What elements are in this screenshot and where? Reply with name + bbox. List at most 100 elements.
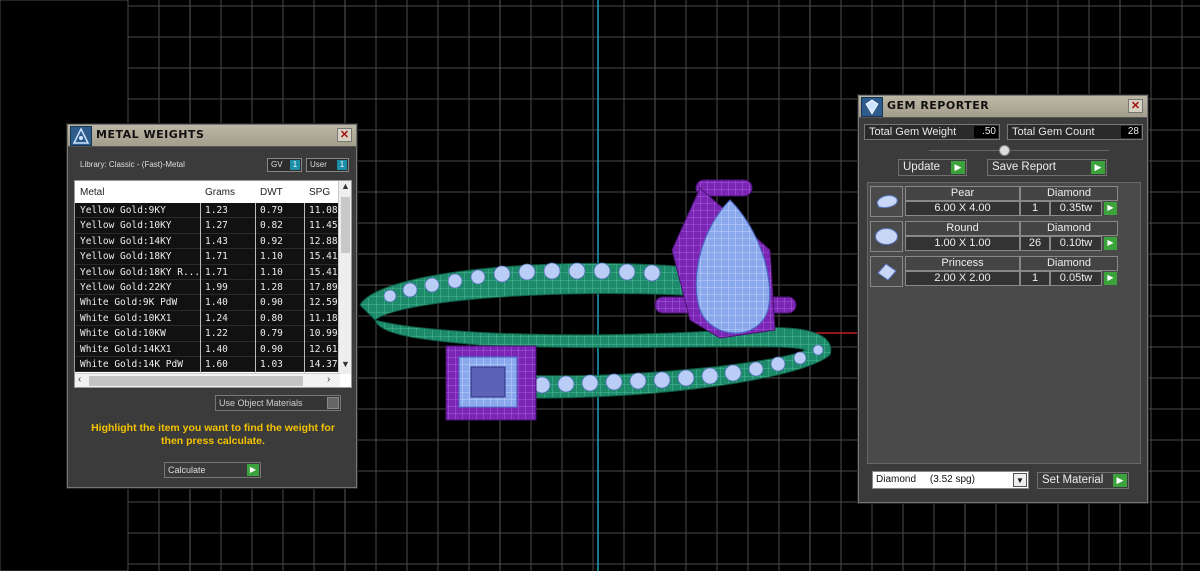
scroll-down-icon[interactable]: ▼	[339, 359, 351, 369]
cell-spg: 11.08	[309, 205, 338, 216]
gem-row[interactable]: Pear Diamond 6.00 X 4.00 1 0.35tw ▶	[870, 186, 1140, 218]
save-report-label: Save Report	[992, 161, 1056, 173]
cell-grams: 1.24	[205, 312, 228, 324]
slider-handle[interactable]	[999, 145, 1010, 156]
gem-total-weight: 0.10tw	[1050, 236, 1102, 251]
update-button[interactable]: Update ▶	[898, 159, 967, 176]
total-gem-weight-label: Total Gem Weight	[869, 126, 957, 138]
table-row[interactable]: White Gold:14K PdW 1.60 1.03 14.37	[75, 356, 340, 373]
cell-metal: White Gold:10KX1	[80, 312, 172, 324]
cell-dwt: 1.03	[260, 358, 283, 370]
table-row[interactable]: Yellow Gold:22KY 1.99 1.28 17.89	[75, 279, 340, 296]
update-label: Update	[903, 161, 941, 173]
ring-model[interactable]	[359, 179, 832, 421]
close-icon[interactable]: ✕	[337, 128, 352, 142]
cell-spg: 15.41	[309, 266, 338, 278]
gem-material: Diamond	[1020, 256, 1118, 271]
cell-dwt: 0.80	[260, 312, 283, 324]
gv-toggle[interactable]: GV 1	[267, 158, 302, 172]
gem-count: 26	[1020, 236, 1050, 251]
table-row[interactable]: Yellow Gold:10KY 1.27 0.82 11.45	[75, 218, 340, 234]
use-object-materials-checkbox[interactable]: Use Object Materials	[215, 395, 341, 411]
table-row[interactable]: White Gold:9K PdW 1.40 0.90 12.59	[75, 295, 340, 311]
cell-metal: White Gold:14KX1	[80, 343, 172, 355]
metal-weights-titlebar[interactable]: METAL WEIGHTS ✕	[68, 125, 356, 147]
gem-total-weight: 0.35tw	[1050, 201, 1102, 216]
total-gem-count-label: Total Gem Count	[1012, 126, 1095, 138]
scroll-left-icon[interactable]: ‹	[78, 374, 81, 385]
cell-dwt: 0.82	[260, 220, 283, 232]
set-material-button[interactable]: Set Material ▶	[1037, 472, 1129, 489]
cell-spg: 12.61	[309, 343, 338, 355]
table-row[interactable]: White Gold:10KW 1.22 0.79 10.99	[75, 326, 340, 342]
horizontal-scrollbar[interactable]: ‹ ›	[75, 373, 340, 387]
vertical-scrollbar[interactable]: ▲ ▼	[338, 181, 351, 374]
save-report-button[interactable]: Save Report ▶	[987, 159, 1107, 176]
total-gem-weight-value: .50	[974, 126, 998, 138]
gv-label: GV	[271, 160, 283, 169]
gem-shape-icon	[870, 221, 903, 252]
close-icon[interactable]: ✕	[1128, 99, 1143, 113]
cell-spg: 11.45	[309, 220, 338, 232]
cell-dwt: 0.90	[260, 297, 283, 309]
gem-list[interactable]: Pear Diamond 6.00 X 4.00 1 0.35tw ▶ Round Diamo…	[867, 182, 1141, 464]
scroll-right-icon[interactable]: ›	[327, 374, 330, 385]
gem-row[interactable]: Princess Diamond 2.00 X 2.00 1 0.05tw ▶	[870, 256, 1140, 288]
gem-material: Diamond	[1020, 186, 1118, 201]
material-select[interactable]: Diamond (3.52 spg) ▼	[872, 471, 1029, 489]
cell-metal: White Gold:14K PdW	[80, 358, 183, 370]
metal-table-header: Metal Grams DWT SPG	[75, 181, 340, 203]
calculate-button[interactable]: Calculate ▶	[164, 462, 261, 478]
col-metal[interactable]: Metal	[80, 187, 104, 198]
cell-spg: 12.88	[309, 235, 338, 247]
cell-grams: 1.40	[205, 297, 228, 309]
user-label: User	[310, 160, 327, 169]
play-arrow-icon[interactable]: ▶	[1091, 161, 1105, 174]
cell-dwt: 0.79	[260, 328, 283, 340]
play-arrow-icon[interactable]: ▶	[1113, 474, 1127, 487]
library-label: Library: Classic - (Fast)-Metal	[80, 160, 185, 169]
set-material-label: Set Material	[1042, 474, 1104, 486]
col-spg[interactable]: SPG	[309, 187, 330, 198]
cell-metal: Yellow Gold:14KY	[80, 235, 172, 247]
col-dwt[interactable]: DWT	[260, 187, 283, 198]
cell-spg: 15.41	[309, 251, 338, 263]
metal-table[interactable]: Metal Grams DWT SPG Yellow Gold:9KY 1.23 0…	[74, 180, 352, 388]
table-row[interactable]: White Gold:10KX1 1.24 0.80 11.18	[75, 310, 340, 327]
gem-size: 6.00 X 4.00	[905, 201, 1020, 216]
col-grams[interactable]: Grams	[205, 187, 235, 198]
instruction-text: Highlight the item you want to find the …	[91, 422, 335, 447]
gem-reporter-titlebar[interactable]: GEM REPORTER ✕	[859, 96, 1147, 118]
scroll-up-icon[interactable]: ▲	[339, 181, 351, 191]
gem-row[interactable]: Round Diamond 1.00 X 1.00 26 0.10tw ▶	[870, 221, 1140, 253]
cell-grams: 1.71	[205, 266, 228, 278]
user-toggle[interactable]: User 1	[306, 158, 349, 172]
checkbox-icon[interactable]	[327, 397, 339, 409]
col-divider	[255, 203, 256, 373]
cell-dwt: 0.90	[260, 343, 283, 355]
scroll-thumb[interactable]	[341, 197, 350, 253]
gem-count: 1	[1020, 201, 1050, 216]
play-arrow-icon[interactable]: ▶	[951, 161, 965, 174]
cell-spg: 10.99	[309, 328, 338, 340]
cell-metal: Yellow Gold:18KY	[80, 251, 172, 263]
cell-metal: Yellow Gold:22KY	[80, 281, 172, 293]
cell-spg: 14.37	[309, 358, 338, 370]
play-arrow-icon[interactable]: ▶	[1104, 202, 1117, 215]
table-row[interactable]: White Gold:14KX1 1.40 0.90 12.61	[75, 341, 340, 357]
hscroll-thumb[interactable]	[89, 376, 303, 386]
chevron-down-icon[interactable]: ▼	[1013, 473, 1027, 487]
table-row[interactable]: Yellow Gold:9KY 1.23 0.79 11.08	[75, 203, 340, 219]
gem-shape-icon	[870, 186, 903, 217]
table-row[interactable]: Yellow Gold:18KY 1.71 1.10 15.41	[75, 249, 340, 265]
play-arrow-icon[interactable]: ▶	[1104, 237, 1117, 250]
gem-total-weight: 0.05tw	[1050, 271, 1102, 286]
play-arrow-icon[interactable]: ▶	[247, 464, 259, 476]
cell-spg: 17.89	[309, 281, 338, 293]
table-row[interactable]: Yellow Gold:14KY 1.43 0.92 12.88	[75, 233, 340, 250]
cell-grams: 1.99	[205, 281, 228, 293]
cell-dwt: 0.92	[260, 235, 283, 247]
play-arrow-icon[interactable]: ▶	[1104, 272, 1117, 285]
table-row[interactable]: Yellow Gold:18KY R... 1.71 1.10 15.41	[75, 264, 340, 280]
cell-grams: 1.40	[205, 343, 228, 355]
